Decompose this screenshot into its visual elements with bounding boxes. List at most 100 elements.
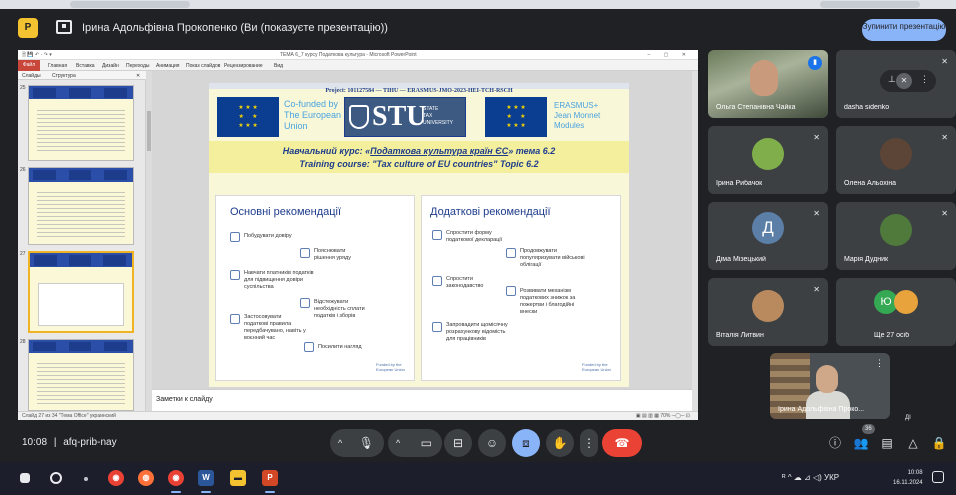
shared-screen: 🗎 💾 ↶ · ↷ ▾ ТЕМА 6_7 курсу Податкова кул…	[18, 50, 698, 420]
recommendation-item: Продовжувати популяризувати військові об…	[520, 248, 585, 268]
meeting-controls-bar: 10:08 | afq-prib-nay ^ 🎙 ^ ▭ ⊟ ☺ ⧈ ✋ ⋮ ☎ ⓘ…	[0, 424, 956, 462]
keyboard-hint: ДІ	[905, 415, 911, 421]
slide-notes-field[interactable]: Заметки к слайду	[152, 389, 692, 411]
ribbon-tab[interactable]: Вид	[274, 63, 283, 69]
emoji-button[interactable]: ☺	[478, 429, 506, 457]
ribbon-tab[interactable]: Рецензирование	[224, 63, 263, 69]
participant-name: Ірина Адольфівна Проко...	[778, 406, 865, 413]
additional-recommendations-panel: Додаткові рекомендації Спростити форму п…	[421, 195, 621, 381]
view-zoom-controls[interactable]: ▣ ▤ ▥ ▦ 70% ─◯─ ⊡	[636, 413, 690, 419]
mic-button[interactable]: ^ 🎙	[330, 429, 384, 457]
ribbon-tab[interactable]: Анимация	[156, 63, 179, 69]
present-button[interactable]: ⧈	[512, 429, 540, 457]
ribbon-tab[interactable]: Вставка	[76, 63, 95, 69]
course-title-en: Training course: "Tax culture of EU coun…	[299, 159, 539, 169]
camera-button[interactable]: ^ ▭	[388, 429, 442, 457]
file-explorer-icon[interactable]: ▬	[230, 470, 246, 486]
participant-tile[interactable]: ✕ Віталія Литвин	[708, 278, 828, 346]
document-icon	[300, 248, 310, 258]
panel-footer-logo: Funded by the European Union	[582, 362, 611, 372]
taskbar-clock[interactable]: 10:08 16.11.2024	[893, 468, 923, 488]
firefox-icon[interactable]: ◍	[138, 470, 154, 486]
participant-avatar	[880, 138, 912, 170]
main-recommendations-panel: Основні рекомендації Побудувати довіру П…	[215, 195, 415, 381]
mic-off-icon: ✕	[941, 209, 948, 218]
slide-thumbnail-selected[interactable]	[28, 251, 134, 333]
tile-hover-controls[interactable]: ⊥ ✕ ⋮	[880, 70, 936, 92]
eu-flag-logo	[485, 97, 547, 137]
ribbon-tab[interactable]: Дизайн	[102, 63, 119, 69]
chevron-up-icon: ^	[396, 438, 401, 448]
mic-off-icon: ✕	[813, 133, 820, 142]
handshake-icon	[230, 232, 240, 242]
close-pane-icon[interactable]: ✕	[136, 73, 140, 79]
recommendation-item: Розвивати механізм податкових знижок за …	[520, 288, 576, 315]
participant-tile[interactable]: ▮ Ольга Степанівна Чайка	[708, 50, 828, 118]
slide-thumbnail[interactable]	[28, 85, 134, 161]
ribbon-tab[interactable]: Переходы	[126, 63, 149, 69]
slides-tab[interactable]: Слайды	[22, 73, 41, 79]
window-controls[interactable]: – ▢ ✕	[648, 52, 692, 58]
participant-tile[interactable]: ✕ ⊥ ✕ ⋮ dasha sidenko	[836, 50, 956, 118]
law-icon	[432, 276, 442, 286]
camera-icon: ▭	[420, 436, 432, 450]
slide-thumbnail[interactable]	[28, 339, 134, 411]
host-controls-icon[interactable]: 🔒	[926, 430, 952, 456]
raise-hand-button[interactable]: ✋	[546, 429, 574, 457]
thumbnail-number: 28	[20, 339, 26, 345]
payroll-icon	[432, 322, 442, 332]
panel-heading: Додаткові рекомендації	[430, 206, 551, 218]
eu-flag-logo	[217, 97, 279, 137]
panel-heading: Основні рекомендації	[230, 206, 342, 218]
mic-off-icon: ✕	[941, 57, 948, 66]
mute-participant-icon: ✕	[896, 73, 912, 89]
mic-off-icon: ✕	[813, 285, 820, 294]
notifications-icon[interactable]	[932, 471, 944, 483]
slide-thumbnail-pane: Слайды Структура ✕ 25 26 27 28	[18, 71, 146, 411]
quick-access-toolbar[interactable]: 🗎 💾 ↶ · ↷ ▾	[22, 52, 52, 60]
powerpoint-icon[interactable]: P	[262, 470, 278, 486]
more-options-icon: ⋮	[920, 74, 929, 84]
self-view-tile[interactable]: ⋮ Ірина Адольфівна Проко...	[770, 353, 890, 419]
stop-presenting-button[interactable]: Зупинити презентацію	[862, 19, 946, 41]
more-options-button[interactable]: ⋮	[580, 429, 598, 457]
chat-icon[interactable]: ▤	[874, 430, 900, 456]
participant-tile[interactable]: ✕ Ірина Рибачок	[708, 126, 828, 194]
slide-thumbnail[interactable]	[28, 167, 134, 245]
participant-tile[interactable]: ✕ Марія Дудник	[836, 202, 956, 270]
participant-tile[interactable]: ✕ Олена Альохіна	[836, 126, 956, 194]
ribbon-tab[interactable]: Главная	[48, 63, 67, 69]
word-icon[interactable]: W	[198, 470, 214, 486]
ribbon-tabs: Файл Главная Вставка Дизайн Переходы Ани…	[18, 60, 698, 71]
slide-editing-area: Project: 101127584 — TIHU — ERASMUS-JMO-…	[152, 71, 692, 389]
info-icon[interactable]: ⓘ	[822, 430, 848, 456]
course-title-band: Навчальний курс: «Податкова культура кра…	[209, 141, 629, 173]
recommendation-item: Застосовувати податкові правила передбач…	[244, 314, 306, 341]
panel-footer-logo: Funded by the European Union	[376, 362, 405, 372]
participant-avatar	[894, 290, 918, 314]
file-tab[interactable]: Файл	[18, 60, 40, 71]
chrome-icon[interactable]: ◉	[168, 470, 184, 486]
ribbon-tab[interactable]: Показ слайдов	[186, 63, 220, 69]
participant-name: dasha sidenko	[844, 104, 890, 111]
outline-tab[interactable]: Структура	[52, 73, 76, 79]
windows-start-icon[interactable]	[20, 473, 30, 483]
chrome-icon[interactable]: ◉	[108, 470, 124, 486]
megaphone-icon	[506, 248, 516, 258]
participant-tile[interactable]: ✕ Д Діма Мізецький	[708, 202, 828, 270]
pin-icon: ⊥	[888, 74, 896, 84]
tracking-icon	[300, 298, 310, 308]
more-options-icon[interactable]: ⋮	[875, 358, 884, 369]
task-view-icon[interactable]	[84, 477, 88, 481]
search-icon[interactable]	[50, 472, 62, 484]
participant-name: Ольга Степанівна Чайка	[716, 104, 796, 111]
thumbnail-number: 25	[20, 85, 26, 91]
system-tray[interactable]: ᴿ ^ ☁ ⊿ ◁) УКР	[782, 473, 839, 482]
chevron-up-icon: ^	[338, 438, 343, 448]
more-participants-tile[interactable]: Ю Ще 27 осіб	[836, 278, 956, 346]
leave-call-button[interactable]: ☎	[602, 429, 642, 457]
windows-taskbar: ◉ ◍ ◉ W ▬ P ᴿ ^ ☁ ⊿ ◁) УКР 10:08 16.11.2…	[0, 462, 956, 495]
activities-icon[interactable]: △	[900, 430, 926, 456]
captions-button[interactable]: ⊟	[444, 429, 472, 457]
slide-scrollbar[interactable]	[692, 71, 698, 411]
